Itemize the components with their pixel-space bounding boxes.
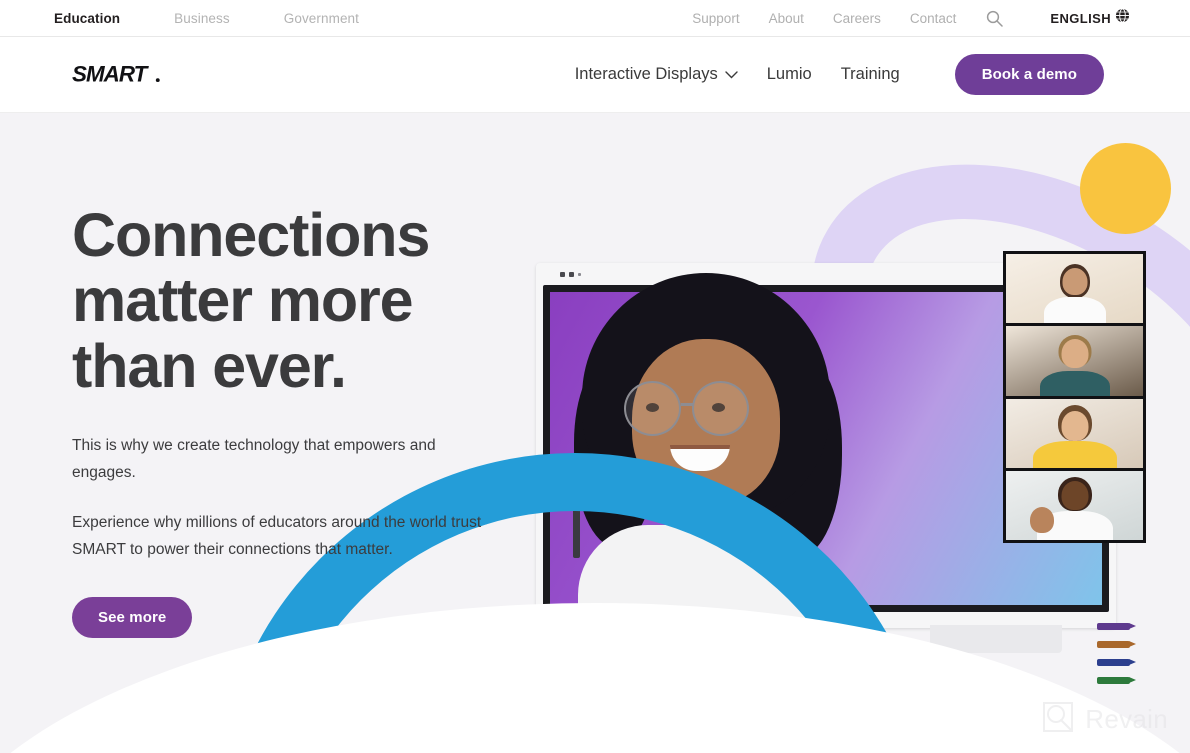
primary-nav-links: Interactive Displays Lumio Training Book… xyxy=(575,54,1190,95)
nav-item-lumio[interactable]: Lumio xyxy=(767,65,812,84)
utility-link-careers[interactable]: Careers xyxy=(833,11,881,26)
audience-link-education[interactable]: Education xyxy=(54,11,120,26)
pen-orange xyxy=(1097,641,1136,648)
audience-link-government[interactable]: Government xyxy=(284,11,359,26)
audience-link-business[interactable]: Business xyxy=(174,11,230,26)
participant-tile xyxy=(1006,470,1143,540)
hero-section: Connections matter more than ever. This … xyxy=(0,113,1190,753)
utility-link-about[interactable]: About xyxy=(769,11,804,26)
yellow-circle-decoration xyxy=(1080,143,1171,234)
nav-item-interactive-displays[interactable]: Interactive Displays xyxy=(575,65,738,84)
participant-tile xyxy=(1006,398,1143,468)
see-more-button[interactable]: See more xyxy=(72,597,193,639)
headline-line-2: matter more xyxy=(72,266,414,335)
nav-item-training[interactable]: Training xyxy=(841,65,900,84)
language-selector[interactable]: ENGLISH xyxy=(1050,8,1130,28)
pen-green xyxy=(1097,677,1136,684)
utility-bar: Education Business Government Support Ab… xyxy=(0,0,1190,37)
globe-icon xyxy=(1115,8,1130,28)
audience-switcher: Education Business Government xyxy=(54,11,413,26)
page-title: Connections matter more than ever. xyxy=(72,201,542,400)
revain-watermark: Revain xyxy=(1041,700,1168,739)
participant-tile xyxy=(1006,326,1143,396)
utility-links: Support About Careers Contact ENGLISH xyxy=(692,8,1130,28)
hero-paragraph-2: Experience why millions of educators aro… xyxy=(72,514,482,559)
eyeglasses-left-lens xyxy=(624,381,681,436)
search-icon[interactable] xyxy=(985,9,1003,27)
hero-paragraph-1: This is why we create technology that em… xyxy=(72,436,436,481)
pen-blue xyxy=(1097,659,1136,666)
smart-logo[interactable]: SMART xyxy=(72,58,168,92)
eyeglasses-right-lens xyxy=(692,381,749,436)
pen-purple xyxy=(1097,623,1136,630)
participant-tile xyxy=(1006,254,1143,324)
utility-link-contact[interactable]: Contact xyxy=(910,11,957,26)
display-pen-tray xyxy=(1097,623,1136,695)
chevron-down-icon xyxy=(725,70,738,79)
hero-content: Connections matter more than ever. This … xyxy=(72,201,542,639)
svg-text:SMART: SMART xyxy=(72,61,150,86)
video-call-participant-strip xyxy=(1003,251,1146,543)
revain-logo-icon xyxy=(1041,700,1075,739)
revain-watermark-label: Revain xyxy=(1085,704,1168,734)
utility-link-support[interactable]: Support xyxy=(692,11,739,26)
book-a-demo-button[interactable]: Book a demo xyxy=(954,54,1104,95)
nav-item-label: Interactive Displays xyxy=(574,65,718,83)
headline-line-1: Connections xyxy=(72,201,430,269)
headline-line-3: than ever. xyxy=(72,331,347,400)
main-navigation: SMART Interactive Displays Lumio Trainin… xyxy=(0,37,1190,113)
language-label: ENGLISH xyxy=(1050,10,1111,26)
